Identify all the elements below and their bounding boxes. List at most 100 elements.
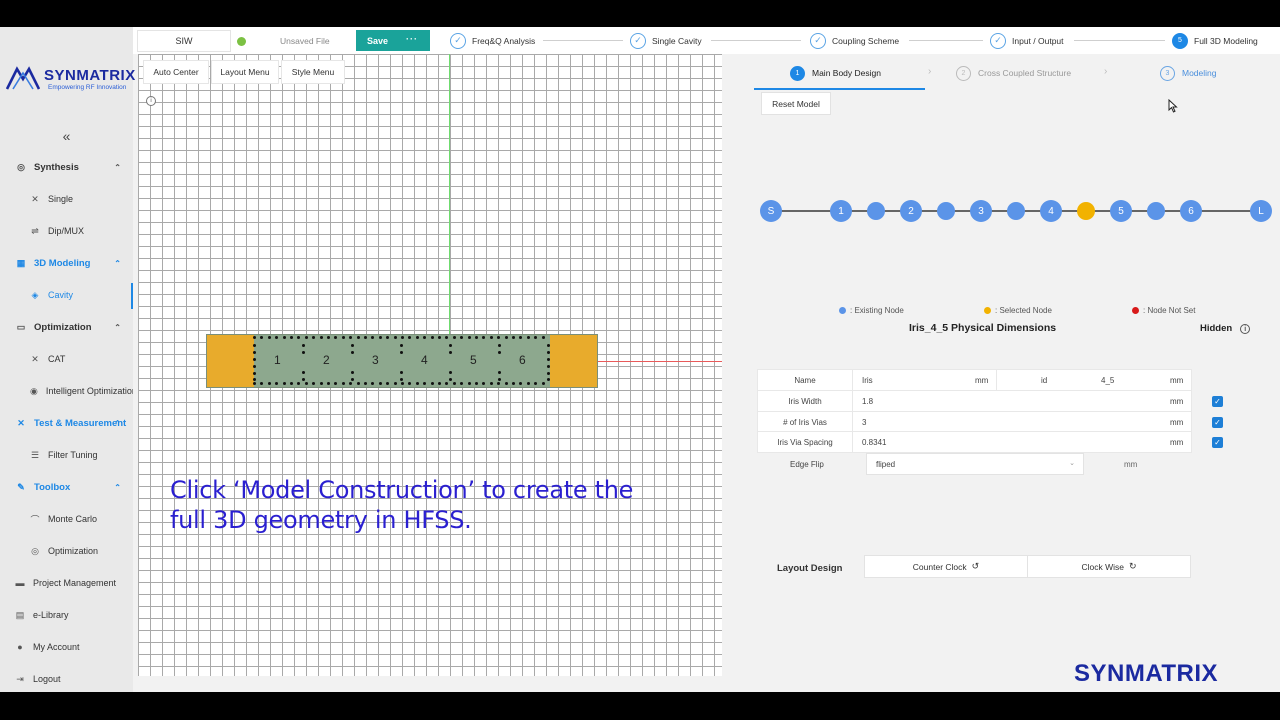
via-dot bbox=[282, 382, 286, 385]
sidebar-item-monte-carlo[interactable]: ⌒ Monte Carlo bbox=[0, 505, 133, 533]
via-dot bbox=[489, 382, 493, 385]
target-icon: ◎ bbox=[31, 545, 39, 556]
dimension-value[interactable]: 1.8 bbox=[862, 397, 873, 406]
measure-icon: ✕ bbox=[17, 417, 25, 428]
layout-canvas[interactable]: Auto Center Layout Menu Style Menu i 1 2 3… bbox=[138, 54, 722, 676]
tab-cross-coupled-structure[interactable]: 2 Cross Coupled Structure bbox=[956, 64, 1071, 82]
split-icon: ⇌ bbox=[31, 225, 39, 236]
sidebar-item-optimization[interactable]: ◎ Optimization bbox=[0, 537, 133, 565]
style-menu-button[interactable]: Style Menu bbox=[282, 61, 344, 83]
node-resonator[interactable]: 4 bbox=[1040, 200, 1062, 222]
node-resonator[interactable]: L bbox=[1250, 200, 1272, 222]
counter-clock-button[interactable]: Counter Clock ↺ bbox=[865, 556, 1027, 577]
chevron-up-icon[interactable]: ⌃ bbox=[114, 259, 121, 268]
dimension-row: Iris Via Spacing 0.8341 mm bbox=[758, 432, 1191, 452]
legend-label: : Node Not Set bbox=[1143, 306, 1196, 315]
sidebar-item-filter-tuning[interactable]: ☰ Filter Tuning bbox=[0, 441, 133, 469]
node-resonator[interactable]: 5 bbox=[1110, 200, 1132, 222]
via-dot bbox=[341, 336, 345, 339]
sidebar-item-single[interactable]: ✕ Single bbox=[0, 185, 133, 213]
sidebar-item-my-account[interactable]: ● My Account bbox=[0, 633, 133, 661]
name-value[interactable]: Iris bbox=[862, 376, 873, 385]
save-more-icon[interactable]: ··· bbox=[406, 34, 418, 44]
step-label: Freq&Q Analysis bbox=[472, 35, 536, 46]
edge-flip-select[interactable]: fliped ⌄ bbox=[867, 454, 1083, 474]
sidebar-item-label: Project Management bbox=[33, 578, 117, 588]
info-icon[interactable]: i bbox=[1240, 323, 1251, 334]
step-number-icon: 5 bbox=[1172, 32, 1188, 49]
step-input-output[interactable]: ✓ Input / Output bbox=[990, 31, 1064, 50]
filter-icon: ✕ bbox=[31, 193, 39, 204]
node-resonator[interactable]: 2 bbox=[900, 200, 922, 222]
tab-main-body-design[interactable]: 1 Main Body Design bbox=[790, 64, 881, 82]
info-icon[interactable]: i bbox=[146, 96, 156, 106]
dimension-value[interactable]: 0.8341 bbox=[862, 438, 886, 447]
sidebar-item-dip-mux[interactable]: ⇌ Dip/MUX bbox=[0, 217, 133, 245]
cavity-label[interactable]: 1 bbox=[274, 353, 281, 367]
tab-step-2-icon: 2 bbox=[956, 65, 971, 81]
sidebar-item-label: My Account bbox=[33, 642, 80, 652]
via-dot bbox=[401, 336, 404, 339]
node-coupling[interactable] bbox=[1007, 202, 1025, 220]
sidebar-item-cavity[interactable]: ◈ Cavity bbox=[0, 281, 133, 309]
chevron-up-icon[interactable]: ⌃ bbox=[114, 163, 121, 172]
hidden-checkbox[interactable]: ✓ bbox=[1212, 396, 1223, 407]
node-resonator[interactable]: 3 bbox=[970, 200, 992, 222]
chevron-up-icon[interactable]: ⌃ bbox=[114, 323, 121, 332]
via-dot bbox=[351, 378, 354, 381]
cavity-label[interactable]: 3 bbox=[372, 353, 379, 367]
auto-center-button[interactable]: Auto Center bbox=[144, 61, 208, 83]
cavity-label[interactable]: 5 bbox=[470, 353, 477, 367]
chevron-up-icon[interactable]: ⌃ bbox=[114, 483, 121, 492]
tab-label: Main Body Design bbox=[812, 68, 881, 78]
node-coupling[interactable] bbox=[937, 202, 955, 220]
sidebar-item-optimization[interactable]: ▭ Optimization ⌃ bbox=[0, 313, 133, 341]
node-coupling[interactable] bbox=[867, 202, 885, 220]
sidebar-item-test-measurement[interactable]: ✕ Test & Measurement ⌃ bbox=[0, 409, 133, 437]
via-dot bbox=[319, 336, 323, 339]
project-name[interactable]: SIW bbox=[137, 30, 231, 52]
sidebar-item-logout[interactable]: ⇥ Logout bbox=[0, 665, 133, 692]
sidebar-item-intelligent-optimization[interactable]: ◉ Intelligent Optimization bbox=[0, 377, 133, 405]
cavity-label[interactable]: 6 bbox=[519, 353, 526, 367]
dimension-value[interactable]: 3 bbox=[862, 418, 866, 427]
via-dot bbox=[415, 336, 419, 339]
cat-icon: ✕ bbox=[31, 353, 39, 364]
node-coupling[interactable] bbox=[1147, 202, 1165, 220]
unsaved-status-icon bbox=[237, 37, 246, 46]
node-resonator[interactable]: S bbox=[760, 200, 782, 222]
sidebar-item-cat[interactable]: ✕ CAT bbox=[0, 345, 133, 373]
sidebar-item-toolbox[interactable]: ✎ Toolbox ⌃ bbox=[0, 473, 133, 501]
clock-wise-button[interactable]: Clock Wise ↻ bbox=[1028, 556, 1190, 577]
cavity-label[interactable]: 2 bbox=[323, 353, 330, 367]
legend-item: : Selected Node bbox=[984, 306, 1052, 315]
user-icon: ● bbox=[17, 642, 23, 652]
step-coupling-scheme[interactable]: ✓ Coupling Scheme bbox=[810, 31, 899, 50]
cavity-label[interactable]: 4 bbox=[421, 353, 428, 367]
sidebar-item-3d-modeling[interactable]: ▦ 3D Modeling ⌃ bbox=[0, 249, 133, 277]
via-dot bbox=[489, 336, 493, 339]
reset-model-button[interactable]: Reset Model bbox=[762, 93, 830, 114]
step-freq-q-analysis[interactable]: ✓ Freq&Q Analysis bbox=[450, 31, 535, 50]
sidebar-item-project-management[interactable]: ▬ Project Management bbox=[0, 569, 133, 597]
sidebar-item-e-library[interactable]: ▤ e-Library bbox=[0, 601, 133, 629]
via-dot bbox=[452, 382, 456, 385]
brand-logo: SYNMATRIX bbox=[1074, 660, 1219, 687]
collapse-sidebar-button[interactable]: « bbox=[0, 128, 133, 144]
chevron-up-icon[interactable]: ⌃ bbox=[114, 419, 121, 428]
hidden-checkbox[interactable]: ✓ bbox=[1212, 417, 1223, 428]
sidebar-item-label: Synthesis bbox=[34, 161, 79, 173]
node-resonator[interactable]: 1 bbox=[830, 200, 852, 222]
node-selected[interactable] bbox=[1077, 202, 1095, 220]
hidden-checkbox[interactable]: ✓ bbox=[1212, 437, 1223, 448]
sidebar-item-synthesis[interactable]: ◎ Synthesis ⌃ bbox=[0, 153, 133, 181]
step-full-3d-modeling[interactable]: 5 Full 3D Modeling bbox=[1172, 31, 1258, 50]
via-dot bbox=[253, 382, 256, 385]
save-button[interactable]: Save ··· bbox=[356, 30, 430, 51]
node-resonator[interactable]: 6 bbox=[1180, 200, 1202, 222]
id-value[interactable]: 4_5 bbox=[1101, 376, 1114, 385]
step-single-cavity[interactable]: ✓ Single Cavity bbox=[630, 31, 702, 50]
via-dot bbox=[327, 382, 330, 385]
tab-modeling[interactable]: 3 Modeling bbox=[1160, 64, 1217, 82]
layout-menu-button[interactable]: Layout Menu bbox=[212, 61, 278, 83]
